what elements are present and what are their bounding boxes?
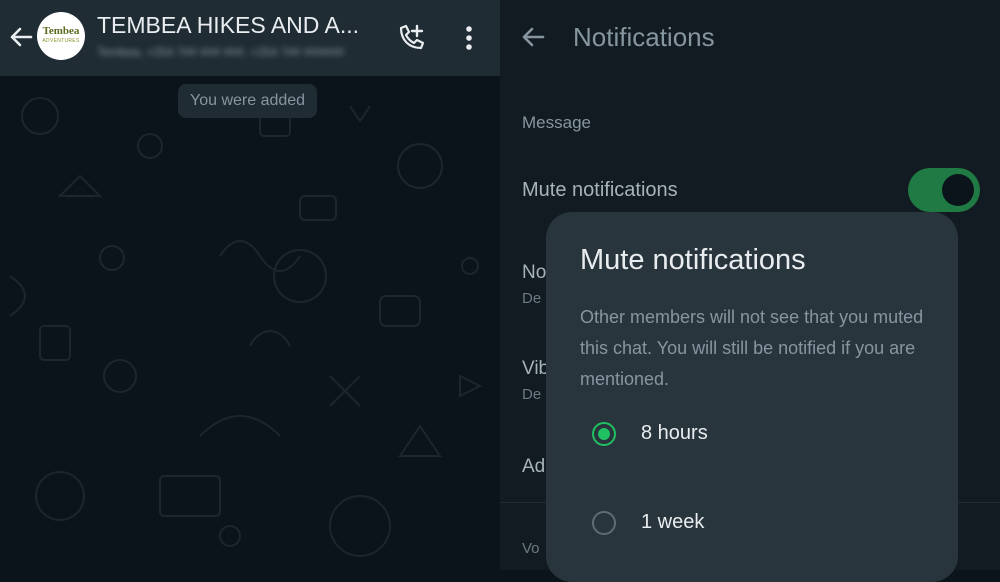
chat-header: Tembea ADVENTURES TEMBEA HIKES AND A... …: [0, 0, 500, 76]
section-label-message: Message: [522, 113, 591, 132]
mute-option-1-week[interactable]: 1 week: [580, 501, 920, 549]
mute-notifications-toggle[interactable]: [908, 168, 980, 212]
option-label: 8 hours: [641, 422, 708, 444]
system-message-bubble: You were added: [178, 84, 318, 118]
more-options-icon[interactable]: [455, 22, 483, 54]
chat-participants[interactable]: Tembea, +254 7## ### ###, +254 7## #####…: [97, 45, 367, 59]
radio-button-selected[interactable]: [592, 422, 616, 446]
section-label: Vo: [522, 540, 540, 557]
mute-option-8-hours[interactable]: 8 hours: [580, 412, 920, 460]
setting-row-title[interactable]: No: [522, 262, 546, 284]
setting-row-subtitle: De: [522, 290, 542, 307]
chat-pane: Tembea ADVENTURES TEMBEA HIKES AND A... …: [0, 0, 500, 570]
dialog-title: Mute notifications: [580, 244, 806, 276]
setting-row-title[interactable]: Ad: [522, 456, 545, 478]
radio-button[interactable]: [592, 511, 616, 535]
setting-row-subtitle: De: [522, 386, 542, 403]
group-avatar[interactable]: Tembea ADVENTURES: [37, 12, 85, 60]
avatar-logo-text: Tembea: [42, 25, 80, 37]
add-call-icon[interactable]: [395, 22, 427, 54]
chat-wallpaper: [9, 97, 483, 557]
mute-notifications-dialog: Mute notifications Other members will no…: [546, 212, 958, 582]
radio-dot: [598, 428, 610, 440]
settings-header: Notifications: [500, 0, 1000, 76]
mute-notifications-label[interactable]: Mute notifications: [522, 179, 678, 202]
back-arrow-icon[interactable]: [6, 22, 36, 52]
chat-title[interactable]: TEMBEA HIKES AND A...: [97, 12, 382, 39]
option-label: 1 week: [641, 511, 705, 533]
toggle-knob: [942, 174, 974, 206]
page-title: Notifications: [573, 22, 715, 52]
avatar-logo-subtext: ADVENTURES: [42, 38, 80, 44]
dialog-description: Other members will not see that you mute…: [580, 307, 924, 389]
back-arrow-icon[interactable]: [518, 22, 548, 52]
